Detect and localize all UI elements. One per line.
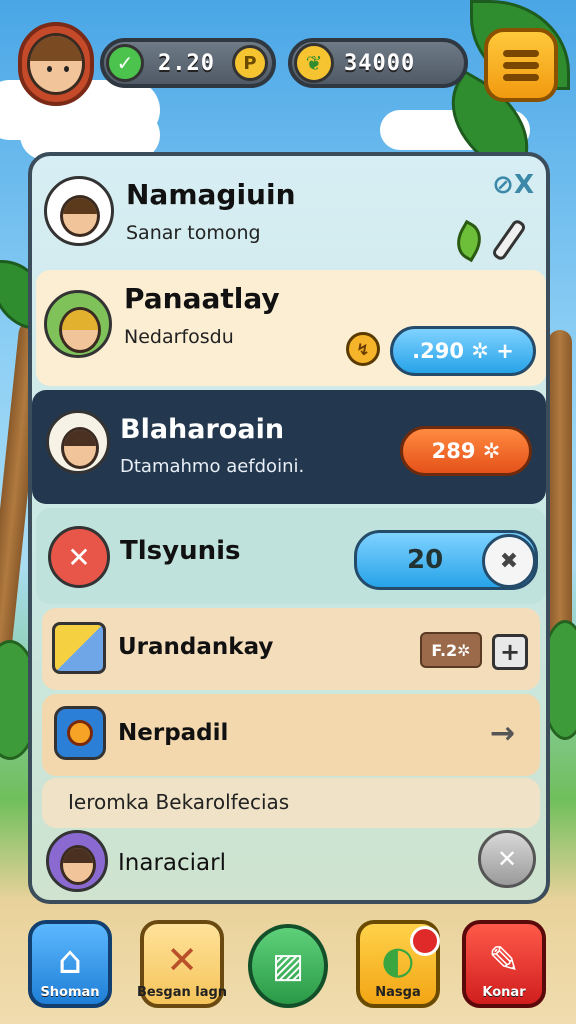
row-value-button[interactable]: .290 ✲ + <box>390 326 536 376</box>
row-subtitle: Dtamahmo aefdoini. <box>120 456 305 477</box>
hair <box>64 430 96 447</box>
row-title: Nerpadil <box>118 720 229 746</box>
nav-settings-button[interactable]: ✎ Konar <box>462 920 546 1008</box>
menu-bar <box>503 49 539 57</box>
list-item-1[interactable]: Panaatlay Nedarfosdu ↯ .290 ✲ + <box>36 270 546 386</box>
main-panel: Namagiuin Sanar tomong ⊘X Panaatlay Neda… <box>28 152 550 904</box>
row-title: Blaharoain <box>120 414 285 445</box>
nav-battle-button[interactable]: ✕ Besgan lagn <box>136 920 228 1008</box>
currency-2-value: 34000 <box>344 50 416 76</box>
notification-badge <box>410 926 440 956</box>
row-badge: F.2✲ <box>420 632 482 668</box>
list-item-6[interactable]: Inaraciarl ✕ <box>42 830 540 900</box>
palm-trunk <box>548 330 572 650</box>
hair <box>30 36 82 62</box>
map-pin-icon <box>54 706 106 760</box>
brush-icon <box>490 217 528 263</box>
hair <box>62 310 98 330</box>
currency-1-value: 2.20 <box>158 50 215 76</box>
row-portrait <box>44 290 112 358</box>
nav-label: Konar <box>482 985 526 1000</box>
nav-messages-button[interactable]: ◐ Nasga <box>356 920 440 1008</box>
eye <box>64 66 69 72</box>
home-icon: ⌂ <box>57 938 83 982</box>
nav-label: Shoman <box>40 985 100 1000</box>
nav-home-button[interactable]: ⌂ Shoman <box>28 920 112 1008</box>
row-value-button[interactable]: 289 ✲ <box>400 426 532 476</box>
currency-pill-1[interactable]: ✓ 2.20 P <box>100 38 276 88</box>
clear-icon[interactable]: ✖ <box>482 534 536 588</box>
portrait-face <box>60 845 96 885</box>
nav-label: Nasga <box>375 985 421 1000</box>
hair <box>63 848 93 864</box>
info-text: Ieromka Bekarolfecias <box>68 790 290 814</box>
panel-title: Namagiuin <box>126 178 296 211</box>
gem-icon: ❦ <box>294 43 334 83</box>
clip-icon: ✎ <box>488 938 520 982</box>
portrait-face <box>61 427 99 469</box>
row-title: Panaatlay <box>124 282 280 315</box>
row-portrait <box>46 830 108 892</box>
row-title: Tlsyunis <box>120 536 241 566</box>
menu-bar <box>503 73 539 81</box>
list-item-5[interactable]: Nerpadil → <box>42 694 540 776</box>
check-icon: ✓ <box>106 44 144 82</box>
list-item-2[interactable]: Blaharoain Dtamahmo aefdoini. 289 ✲ <box>32 390 546 504</box>
info-strip: Ieromka Bekarolfecias <box>42 778 540 828</box>
menu-button[interactable] <box>484 28 558 102</box>
map-icon: ▨ <box>271 946 305 986</box>
nav-label: Besgan lagn <box>136 985 228 1000</box>
close-icon[interactable]: ⊘X <box>492 170 534 200</box>
header-portrait <box>44 176 114 246</box>
arrow-right-icon[interactable]: → <box>490 716 515 751</box>
row-portrait <box>46 410 110 474</box>
quantity-value: 20 <box>407 545 444 575</box>
coin-icon: P <box>232 45 268 81</box>
panel-header: Namagiuin Sanar tomong ⊘X <box>32 156 546 266</box>
add-button[interactable]: + <box>492 634 528 670</box>
currency-pill-2[interactable]: ❦ 34000 <box>288 38 468 88</box>
menu-bar <box>503 61 539 69</box>
upgrade-icon[interactable]: ↯ <box>346 332 380 366</box>
player-face <box>27 33 85 95</box>
row-subtitle: Nedarfosdu <box>124 326 234 348</box>
row-title: Inaraciarl <box>118 850 226 876</box>
pin-dot <box>67 720 93 746</box>
plate-icon: ✕ <box>48 526 110 588</box>
player-avatar[interactable] <box>18 22 94 106</box>
nav-map-button[interactable]: ▨ <box>248 924 328 1008</box>
list-item-4[interactable]: Urandankay F.2✲ + <box>42 608 540 690</box>
hair <box>63 198 97 215</box>
portrait-face <box>59 307 101 353</box>
portrait-face <box>60 195 100 237</box>
list-item-3[interactable]: ✕ Tlsyunis 20 ✖ <box>36 508 546 604</box>
eye <box>47 66 52 72</box>
panel-subtitle: Sanar tomong <box>126 222 261 244</box>
dismiss-icon[interactable]: ✕ <box>478 830 536 888</box>
swords-icon: ✕ <box>166 938 198 982</box>
row-title: Urandankay <box>118 634 274 660</box>
leaf-icon <box>449 219 489 263</box>
envelope-icon <box>52 622 106 674</box>
